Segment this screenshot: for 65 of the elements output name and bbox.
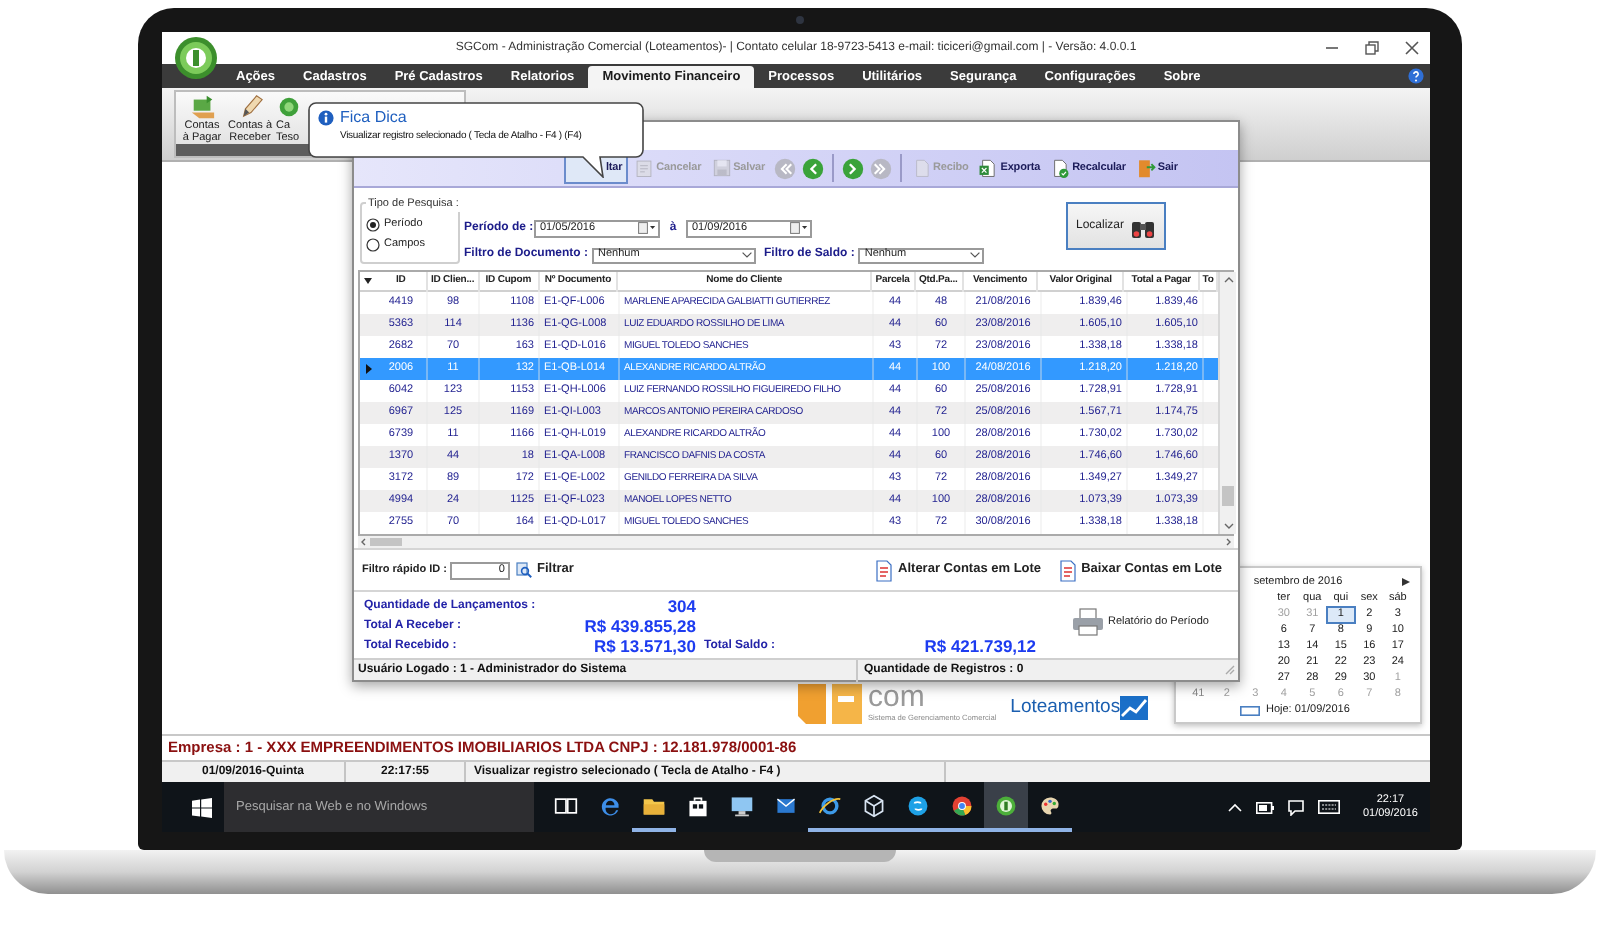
total-value: R$ 421.739,12 — [924, 636, 1036, 656]
document-check-icon — [1050, 158, 1071, 178]
taskbar-button[interactable] — [984, 782, 1028, 832]
info-icon — [318, 110, 334, 126]
scroll-up-icon[interactable] — [1220, 272, 1238, 288]
today-marker-icon — [1240, 706, 1260, 716]
store-icon — [686, 793, 710, 817]
scroll-left-icon[interactable] — [358, 536, 370, 548]
battery-icon[interactable] — [1256, 801, 1275, 813]
notification-icon[interactable] — [1288, 799, 1305, 815]
chevron-down-icon — [970, 252, 981, 258]
app-icon — [994, 793, 1018, 817]
money-hand-icon — [189, 94, 215, 120]
document-icon — [911, 158, 932, 178]
next-record-button[interactable] — [841, 157, 864, 179]
scrollbar-thumb[interactable] — [370, 538, 402, 546]
horizontal-scrollbar[interactable] — [358, 536, 1234, 548]
size-grip-icon[interactable] — [1224, 664, 1236, 676]
calendar-dropdown-icon[interactable] — [790, 222, 808, 234]
folder-icon — [642, 793, 666, 817]
logo-text: com — [868, 684, 925, 712]
tooltip-title: Fica Dica — [340, 108, 407, 128]
next-month-icon[interactable] — [1402, 578, 1410, 586]
chart-arrow-icon — [1120, 696, 1149, 720]
camera-icon — [796, 16, 804, 24]
scrollbar-thumb[interactable] — [1222, 486, 1234, 506]
radio-button[interactable] — [366, 217, 380, 232]
total-value: R$ 13.571,30 — [593, 636, 696, 656]
browser-icon — [950, 793, 974, 817]
browser-icon — [818, 793, 842, 817]
logo-text: Loteamentos — [1010, 696, 1121, 720]
total-value: R$ 439.855,28 — [584, 616, 696, 636]
radio-button[interactable] — [366, 237, 380, 252]
browser-icon — [598, 793, 622, 817]
pen-icon — [237, 94, 263, 120]
close-icon[interactable] — [1404, 40, 1420, 56]
cube-icon — [862, 793, 886, 817]
calendar-dropdown-icon[interactable] — [638, 222, 656, 234]
monitor-icon — [730, 793, 754, 817]
spreadsheet-icon — [978, 158, 999, 178]
document-list-icon — [1059, 559, 1076, 581]
task-view-icon — [554, 793, 578, 817]
scroll-down-icon[interactable] — [1220, 518, 1238, 534]
keyboard-icon[interactable] — [1318, 800, 1341, 814]
column-menu-icon[interactable] — [363, 278, 372, 284]
document-list-icon — [876, 559, 893, 581]
vertical-scrollbar[interactable] — [1218, 272, 1236, 534]
help-icon[interactable] — [1408, 68, 1424, 84]
windows-logo-icon[interactable] — [192, 797, 212, 817]
chevron-down-icon — [742, 252, 752, 258]
coin-icon — [276, 94, 302, 120]
restore-icon[interactable] — [1364, 40, 1380, 56]
clipboard-icon — [634, 158, 655, 178]
row-pointer-icon — [365, 364, 371, 374]
app-logo-icon[interactable] — [174, 36, 218, 80]
mail-icon — [774, 793, 798, 817]
search-icon — [516, 562, 533, 578]
scroll-right-icon[interactable] — [1222, 536, 1234, 548]
previous-record-button[interactable] — [801, 157, 824, 179]
chat-icon — [906, 793, 930, 817]
chevron-up-icon[interactable] — [1228, 802, 1243, 812]
total-value: 304 — [667, 596, 696, 616]
door-exit-icon — [1135, 158, 1156, 178]
palette-icon — [1038, 793, 1062, 817]
printer-icon — [1072, 608, 1104, 636]
